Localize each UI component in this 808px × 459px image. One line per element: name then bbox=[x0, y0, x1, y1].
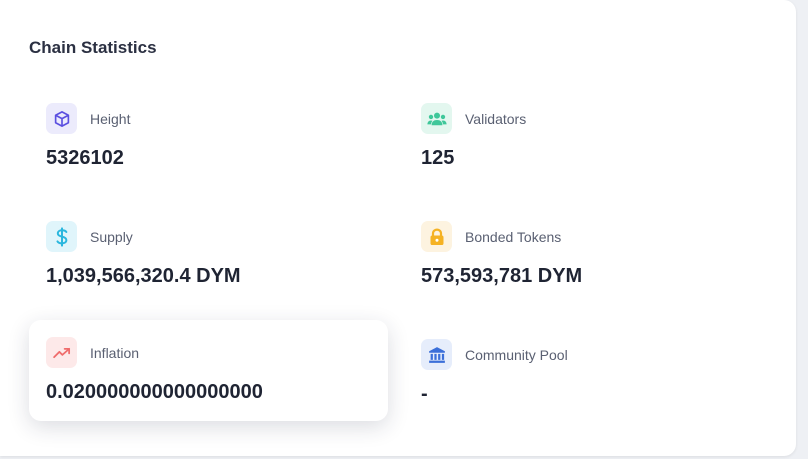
stat-label: Inflation bbox=[90, 345, 140, 361]
stat-label: Height bbox=[90, 111, 131, 127]
card-title: Chain Statistics bbox=[29, 38, 157, 57]
stat-supply: Supply 1,039,566,320.4 DYM bbox=[29, 221, 387, 321]
stat-inflation: Inflation 0.020000000000000000 bbox=[29, 337, 387, 437]
stat-height: Height 5326102 bbox=[29, 103, 387, 203]
lock-icon bbox=[421, 221, 452, 252]
trending-up-icon bbox=[46, 337, 77, 368]
stat-label: Supply bbox=[90, 229, 133, 245]
cube-icon bbox=[46, 103, 77, 134]
stat-label: Validators bbox=[465, 111, 527, 127]
stat-value: 1,039,566,320.4 DYM bbox=[46, 265, 241, 287]
stat-label: Bonded Tokens bbox=[465, 229, 562, 245]
bank-icon bbox=[421, 339, 452, 370]
stat-validators: Validators 125 bbox=[404, 103, 762, 203]
stat-value: 125 bbox=[421, 147, 455, 169]
stat-value: 5326102 bbox=[46, 147, 124, 169]
dollar-icon bbox=[46, 221, 77, 252]
chain-statistics-card: Chain Statistics Height 5326102 Validato… bbox=[0, 0, 796, 456]
stat-bonded-tokens: Bonded Tokens 573,593,781 DYM bbox=[404, 221, 762, 321]
stat-value: - bbox=[421, 383, 428, 405]
stat-value: 0.020000000000000000 bbox=[46, 381, 263, 403]
stat-community-pool: Community Pool - bbox=[404, 339, 762, 439]
stat-value: 573,593,781 DYM bbox=[421, 265, 583, 287]
users-icon bbox=[421, 103, 452, 134]
stat-label: Community Pool bbox=[465, 347, 568, 363]
